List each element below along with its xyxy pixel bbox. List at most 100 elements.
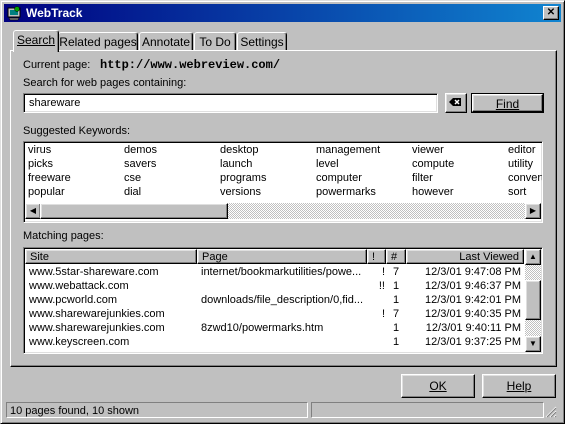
cell-site: www.5star-shareware.com: [29, 266, 159, 278]
keyword-item[interactable]: viewer: [412, 144, 508, 158]
keyword-item[interactable]: savers: [124, 158, 220, 172]
keyword-item[interactable]: management: [316, 144, 412, 158]
matches-label: Matching pages:: [23, 230, 104, 242]
keyword-item[interactable]: editor: [508, 144, 542, 158]
keywords-grid: virus demos desktop management viewer editor p…: [28, 144, 542, 200]
matches-vscrollbar[interactable]: ▲ ▼: [525, 249, 541, 352]
table-row[interactable]: www.webattack.com!! 1 12/3/01 9:46:37 PM: [25, 279, 525, 293]
cell-last-viewed: 12/3/01 9:40:11 PM: [425, 322, 521, 334]
column-header-flag[interactable]: !: [367, 249, 386, 264]
keywords-list[interactable]: virus demos desktop management viewer editor p…: [23, 141, 543, 223]
find-button[interactable]: Find: [471, 93, 544, 113]
ok-label: OK: [429, 379, 447, 393]
table-row[interactable]: www.5star-shareware.com internet/bookmark…: [25, 265, 525, 279]
cell-count: 7: [392, 308, 400, 320]
cell-flag: !!: [378, 280, 385, 292]
keyword-item[interactable]: convert: [508, 172, 542, 186]
keyword-item[interactable]: programs: [220, 172, 316, 186]
scroll-thumb-vertical[interactable]: [525, 280, 541, 320]
cell-last-viewed: 12/3/01 9:47:08 PM: [424, 266, 521, 278]
search-prompt: Search for web pages containing:: [23, 77, 187, 89]
search-panel: Current page: http://www.webreview.com/ …: [10, 50, 557, 367]
keyword-item[interactable]: launch: [220, 158, 316, 172]
table-row[interactable]: www.keyscreen.com 1 12/3/01 9:37:25 PM: [25, 335, 525, 349]
table-row[interactable]: www.sharewarejunkies.com! 7 12/3/01 9:40:3…: [25, 307, 525, 321]
keyword-item[interactable]: filter: [412, 172, 508, 186]
column-header-count[interactable]: #: [386, 249, 406, 264]
current-page-label: Current page:: [23, 59, 91, 71]
ok-button[interactable]: OK: [401, 374, 475, 398]
keyword-item[interactable]: computer: [316, 172, 412, 186]
app-icon: [7, 6, 21, 21]
search-input-box: [23, 93, 438, 113]
matches-table[interactable]: Site Page ! # Last Viewed www.5star-shar…: [23, 247, 543, 354]
cell-last-viewed: 12/3/01 9:42:01 PM: [424, 294, 521, 306]
size-grip-icon[interactable]: [545, 406, 557, 418]
column-header-last-viewed[interactable]: Last Viewed: [406, 249, 524, 264]
cell-site: www.pcworld.com: [29, 294, 118, 306]
scroll-down-button[interactable]: ▼: [525, 336, 541, 352]
tab-annotate[interactable]: Annotate: [139, 32, 193, 51]
cell-page: downloads/file_description/0,fid...: [201, 294, 364, 306]
keyword-item[interactable]: level: [316, 158, 412, 172]
cell-flag: !: [381, 308, 385, 320]
find-label: Find: [495, 97, 520, 111]
arrow-right-icon: ▶: [529, 206, 537, 215]
tab-search[interactable]: Search: [13, 30, 59, 52]
arrow-up-icon: ▲: [529, 252, 537, 261]
keyword-item[interactable]: dial: [124, 186, 220, 200]
keyword-item[interactable]: utility: [508, 158, 542, 172]
cell-site: www.sharewarejunkies.com: [29, 322, 165, 334]
keyword-item[interactable]: desktop: [220, 144, 316, 158]
scroll-thumb[interactable]: [40, 203, 228, 219]
keyword-item[interactable]: cse: [124, 172, 220, 186]
table-row[interactable]: www.sharewarejunkies.com 8zwd10/powermark…: [25, 321, 525, 335]
find-button-face: Find: [472, 94, 543, 112]
help-button[interactable]: Help: [482, 374, 556, 398]
close-button[interactable]: ✕: [543, 6, 559, 20]
keyword-item[interactable]: demos: [124, 144, 220, 158]
arrow-left-icon: ◀: [29, 206, 37, 215]
cell-last-viewed: 12/3/01 9:37:25 PM: [424, 336, 521, 348]
help-label: Help: [506, 379, 532, 393]
cell-count: 1: [392, 280, 400, 292]
keyword-item[interactable]: however: [412, 186, 508, 200]
keyword-item[interactable]: freeware: [28, 172, 124, 186]
cell-last-viewed: 12/3/01 9:40:35 PM: [424, 308, 521, 320]
cell-count: 7: [392, 266, 400, 278]
keywords-hscrollbar[interactable]: ◀ ▶: [25, 203, 541, 219]
clear-search-button[interactable]: [445, 93, 467, 113]
column-header-site[interactable]: Site: [25, 249, 197, 264]
column-header-page[interactable]: Page: [197, 249, 367, 264]
search-input[interactable]: [25, 95, 429, 111]
cell-count: 1: [392, 322, 400, 334]
cell-site: www.keyscreen.com: [29, 336, 130, 348]
cell-page: internet/bookmarkutilities/powe...: [201, 266, 362, 278]
arrow-down-icon: ▼: [529, 339, 537, 348]
keyword-item[interactable]: picks: [28, 158, 124, 172]
cell-count: 1: [392, 294, 400, 306]
keyword-item[interactable]: popular: [28, 186, 124, 200]
tab-related-pages[interactable]: Related pages: [58, 32, 138, 51]
cell-last-viewed: 12/3/01 9:46:37 PM: [424, 280, 521, 292]
cell-flag: !: [381, 266, 385, 278]
table-row[interactable]: www.pcworld.com downloads/file_descriptio…: [25, 293, 525, 307]
current-page-url: http://www.webreview.com/: [100, 58, 281, 72]
keyword-item[interactable]: compute: [412, 158, 508, 172]
tab-to-do[interactable]: To Do: [194, 32, 236, 51]
webtrack-window: WebTrack ✕ Search Related pages Annotate…: [0, 0, 565, 424]
keyword-item[interactable]: virus: [28, 144, 124, 158]
tab-settings[interactable]: Settings: [237, 32, 287, 51]
scroll-right-button[interactable]: ▶: [525, 203, 541, 219]
keyword-item[interactable]: sort: [508, 186, 542, 200]
title-bar[interactable]: WebTrack ✕: [4, 4, 561, 22]
cell-count: 1: [392, 336, 400, 348]
keyword-item[interactable]: powermarks: [316, 186, 412, 200]
window-title: WebTrack: [26, 6, 83, 20]
clear-icon: [449, 98, 461, 106]
cell-page: 8zwd10/powermarks.htm: [201, 322, 324, 334]
scroll-up-button[interactable]: ▲: [525, 249, 541, 265]
cell-site: www.sharewarejunkies.com: [29, 308, 165, 320]
scroll-left-button[interactable]: ◀: [25, 203, 41, 219]
keyword-item[interactable]: versions: [220, 186, 316, 200]
